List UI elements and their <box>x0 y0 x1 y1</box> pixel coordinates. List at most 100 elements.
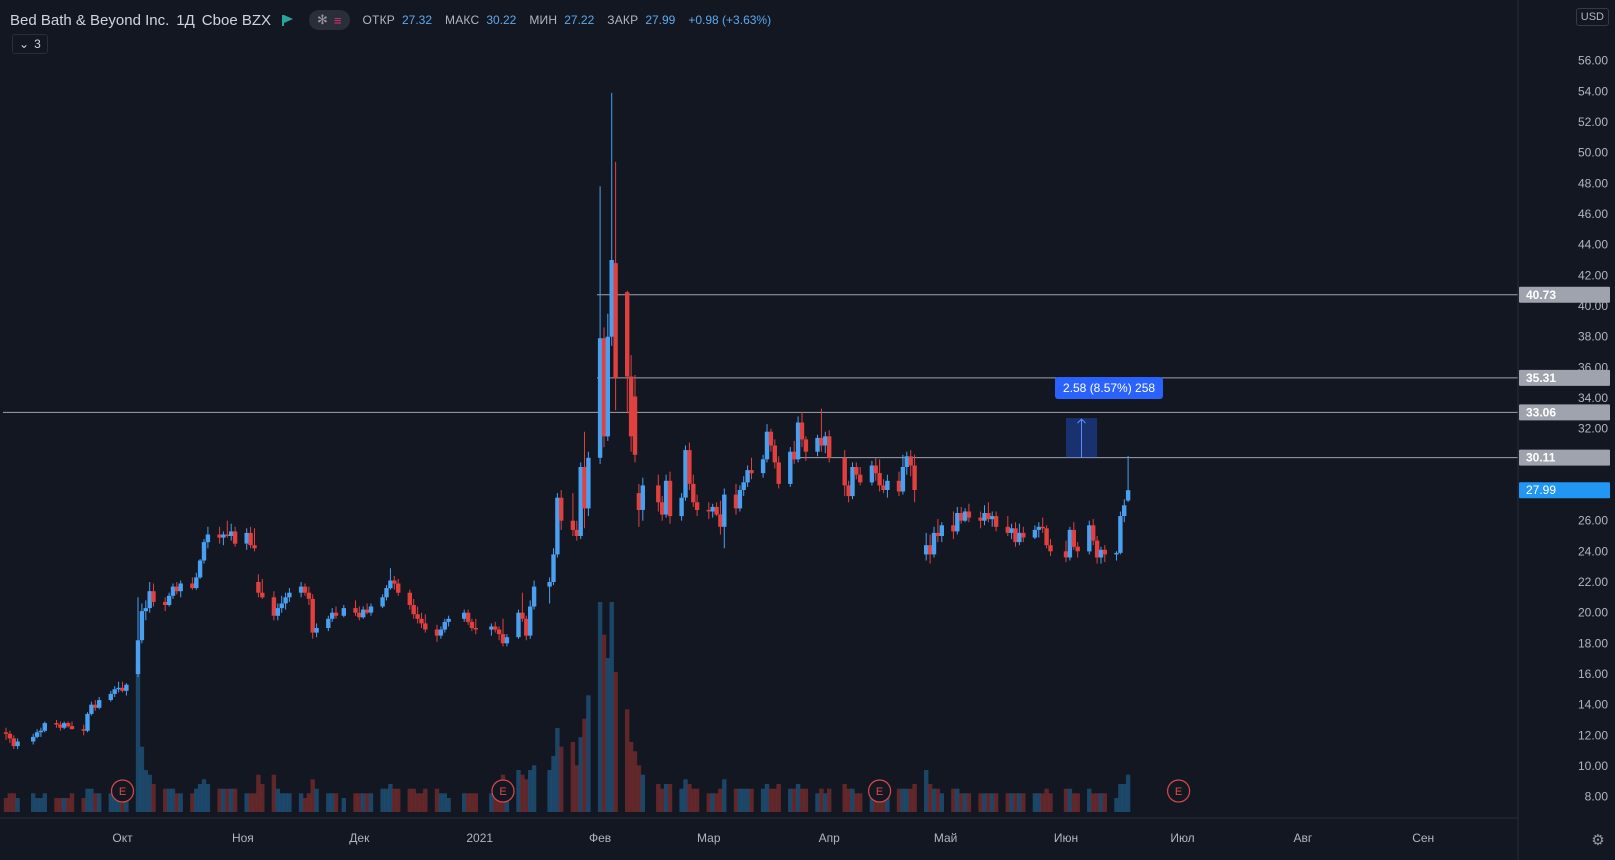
date-axis-label: Авг <box>1294 831 1313 845</box>
volume-bar <box>823 793 828 812</box>
symbol-name[interactable]: Bed Bath & Beyond Inc. <box>10 12 169 29</box>
quick-actions-pill[interactable]: ✻ ≡ <box>309 10 350 30</box>
gear-icon[interactable]: ⚙ <box>1589 832 1607 850</box>
candle-body <box>298 586 304 593</box>
volume-bar <box>11 793 16 812</box>
price-axis-tick: 20.00 <box>1578 606 1608 620</box>
volume-bar <box>1009 793 1014 812</box>
volume-bar <box>62 798 67 812</box>
candle-body <box>7 733 13 739</box>
volume-bar <box>846 788 851 812</box>
candle-body <box>97 700 102 708</box>
price-axis-tick: 22.00 <box>1578 575 1608 589</box>
volume-bar <box>423 788 428 812</box>
candle-body <box>1114 552 1119 555</box>
candle-body <box>978 517 983 521</box>
volume-bar <box>190 793 195 812</box>
currency-button[interactable]: USD <box>1575 8 1609 26</box>
candle-body <box>42 723 47 731</box>
date-axis-label: Сен <box>1412 831 1434 845</box>
candle-body <box>112 689 117 694</box>
volume-bar <box>279 793 284 812</box>
indicators-toggle-button[interactable]: ⌄ 3 <box>12 34 48 54</box>
candle-body <box>827 436 832 458</box>
candle-body <box>357 612 362 618</box>
price-axis-tick: 44.00 <box>1578 238 1608 252</box>
candle-body <box>166 595 172 605</box>
date-axis-label: Фев <box>589 831 611 845</box>
snowflake-icon[interactable]: ✻ <box>317 12 328 28</box>
candle-body <box>768 431 774 446</box>
candle-body <box>578 467 583 536</box>
candle-body <box>722 494 727 527</box>
volume-bar <box>524 779 529 812</box>
volume-bar <box>722 779 727 812</box>
volume-bar <box>248 793 253 812</box>
high-value: 30.22 <box>486 13 517 27</box>
candle-body <box>908 456 913 466</box>
candle-body <box>232 531 238 544</box>
volume-bar <box>85 788 90 812</box>
volume-bar <box>640 774 645 812</box>
volume-bar <box>364 793 370 812</box>
price-chart[interactable]: E E E E 8.00 10.00 12.00 14.00 16.00 18.00 20.00 2… <box>0 0 1615 860</box>
candle-body <box>819 437 824 446</box>
candle-body <box>660 502 665 515</box>
candle-body <box>679 497 684 517</box>
candle-body <box>574 529 579 536</box>
candle-body <box>869 465 875 483</box>
candle-body <box>271 597 277 616</box>
volume-bar <box>795 784 801 812</box>
volume-bar <box>69 793 75 812</box>
volume-bar <box>1091 793 1096 812</box>
candle-body <box>528 606 533 636</box>
volume-bar <box>1021 793 1026 812</box>
symbol-legend: Bed Bath & Beyond Inc. 1Д Cboe BZX ✻ ≡ О… <box>10 9 777 31</box>
volume-bar <box>81 798 86 812</box>
volume-bar <box>396 788 401 812</box>
price-axis-tick: 26.00 <box>1578 514 1608 528</box>
candle-body <box>1098 549 1104 558</box>
price-axis-tick: 18.00 <box>1578 636 1608 650</box>
volume-bar <box>955 788 960 812</box>
date-axis-label: Ноя <box>232 831 254 845</box>
volume-bar <box>1017 793 1022 812</box>
flag-icon[interactable] <box>282 14 293 26</box>
volume-bar <box>34 798 40 812</box>
price-axis-tick: 12.00 <box>1578 728 1608 742</box>
volume-bar <box>586 695 591 812</box>
volume-bar <box>582 718 587 812</box>
candle-body <box>380 597 385 607</box>
candle-body <box>881 485 886 490</box>
volume-bar <box>58 798 63 812</box>
volume-bar <box>465 793 471 812</box>
candle-body <box>904 456 909 467</box>
candle-body <box>434 629 440 636</box>
candle-body <box>1091 525 1096 541</box>
candle-body <box>597 338 603 458</box>
open-label: ОТКР <box>362 13 395 27</box>
volume-bar <box>547 770 552 812</box>
candle-body <box>221 534 226 538</box>
volume-bar <box>924 770 929 812</box>
interval-label[interactable]: 1Д <box>176 12 195 29</box>
candle-body <box>1094 540 1100 558</box>
volume-bar <box>38 798 44 812</box>
volume-bar <box>628 742 634 812</box>
price-tag-label: 33.06 <box>1526 405 1556 419</box>
volume-bar <box>135 662 141 812</box>
volume-bar <box>912 784 917 812</box>
candle-body <box>935 532 941 536</box>
volume-bar <box>314 788 319 812</box>
candle-body <box>163 601 168 605</box>
candle-body <box>788 451 793 484</box>
candle-body <box>1118 516 1123 553</box>
volume-bar <box>419 793 424 812</box>
volume-bar <box>1044 788 1049 812</box>
menu-icon[interactable]: ≡ <box>334 13 342 28</box>
candle-body <box>306 592 312 599</box>
last-price-tag-label: 27.99 <box>1526 483 1556 497</box>
candle-body <box>139 611 145 641</box>
volume-bar <box>966 793 972 812</box>
volume-bar <box>660 788 665 812</box>
